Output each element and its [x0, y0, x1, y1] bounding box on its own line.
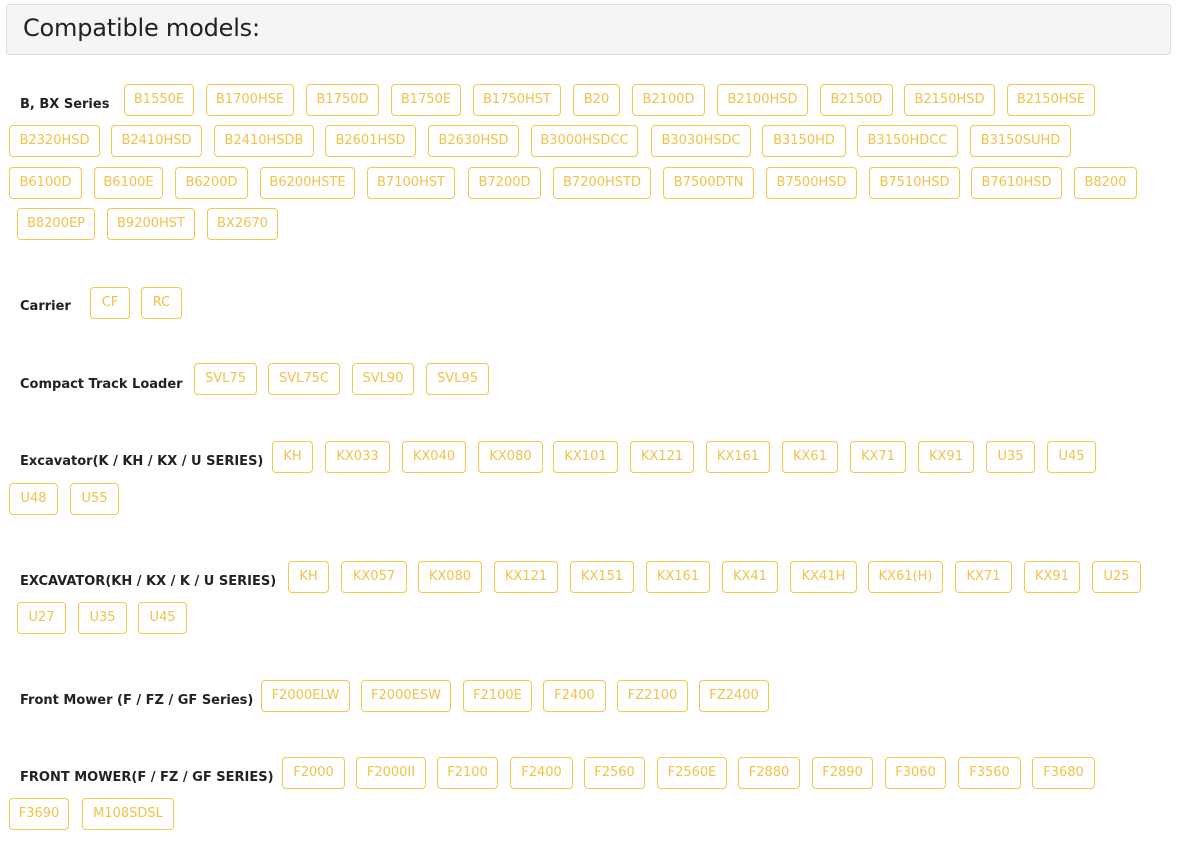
category-label-excavator-kh-kx-k-u: EXCAVATOR(KH / KX / K / U SERIES)	[20, 574, 277, 589]
model-chip-b-bx-series[interactable]: B1750D	[306, 84, 379, 116]
model-chip-excavator-k-kh-kx-u[interactable]: U45	[1047, 441, 1096, 473]
model-chip-b-bx-series[interactable]: B2150D	[820, 84, 893, 116]
model-chip-b-bx-series[interactable]: B3030HSDC	[651, 125, 751, 157]
model-chip-carrier[interactable]: CF	[90, 287, 130, 319]
model-chip-b-bx-series[interactable]: B6200D	[175, 167, 248, 199]
model-chip-excavator-kh-kx-k-u[interactable]: U35	[78, 602, 127, 634]
model-chip-b-bx-series[interactable]: B9200HST	[107, 208, 195, 240]
model-chip-b-bx-series[interactable]: B1700HSE	[206, 84, 294, 116]
model-chip-front-mower-upper[interactable]: F3690	[9, 798, 69, 830]
model-chip-excavator-k-kh-kx-u[interactable]: KX121	[630, 441, 694, 473]
model-chip-b-bx-series[interactable]: B2320HSD	[9, 125, 100, 157]
model-chip-excavator-kh-kx-k-u[interactable]: KX41H	[790, 561, 857, 593]
model-chip-excavator-kh-kx-k-u[interactable]: KH	[288, 561, 329, 593]
model-chip-compact-track-loader[interactable]: SVL75C	[268, 363, 340, 395]
model-chip-excavator-kh-kx-k-u[interactable]: KX71	[955, 561, 1012, 593]
category-label-carrier: Carrier	[20, 299, 71, 314]
model-chip-excavator-kh-kx-k-u[interactable]: KX61(H)	[868, 561, 943, 593]
model-chip-b-bx-series[interactable]: B2150HSE	[1007, 84, 1095, 116]
model-chip-excavator-k-kh-kx-u[interactable]: KX71	[850, 441, 906, 473]
model-chip-excavator-k-kh-kx-u[interactable]: KX161	[706, 441, 770, 473]
model-chip-excavator-k-kh-kx-u[interactable]: U55	[70, 483, 119, 515]
model-chip-b-bx-series[interactable]: B7200HSTD	[553, 167, 651, 199]
model-chip-b-bx-series[interactable]: B7510HSD	[869, 167, 960, 199]
model-chip-b-bx-series[interactable]: B7610HSD	[971, 167, 1062, 199]
page-title: Compatible models:	[23, 14, 260, 42]
model-chip-excavator-kh-kx-k-u[interactable]: U25	[1092, 561, 1141, 593]
model-chip-b-bx-series[interactable]: B3150HD	[762, 125, 846, 157]
model-chip-b-bx-series[interactable]: B6100D	[9, 167, 82, 199]
model-chip-excavator-kh-kx-k-u[interactable]: KX057	[341, 561, 407, 593]
model-chip-compact-track-loader[interactable]: SVL95	[426, 363, 489, 395]
model-chip-front-mower-f-fz-gf[interactable]: F2100E	[463, 680, 532, 712]
model-chip-excavator-k-kh-kx-u[interactable]: KX61	[782, 441, 838, 473]
category-label-front-mower-f-fz-gf: Front Mower (F / FZ / GF Series)	[20, 693, 254, 708]
model-chip-excavator-kh-kx-k-u[interactable]: KX161	[646, 561, 710, 593]
model-chip-front-mower-upper[interactable]: F2880	[738, 757, 800, 789]
model-chip-excavator-k-kh-kx-u[interactable]: U48	[9, 483, 58, 515]
model-chip-excavator-kh-kx-k-u[interactable]: U45	[138, 602, 187, 634]
category-label-excavator-k-kh-kx-u: Excavator(K / KH / KX / U SERIES)	[20, 454, 264, 469]
compatible-models-header: Compatible models:	[6, 4, 1171, 55]
model-chip-excavator-kh-kx-k-u[interactable]: KX080	[418, 561, 482, 593]
model-chip-b-bx-series[interactable]: B3000HSDCC	[531, 125, 638, 157]
model-chip-front-mower-upper[interactable]: F2100	[437, 757, 498, 789]
model-chip-front-mower-upper[interactable]: F2560E	[657, 757, 727, 789]
model-chip-excavator-kh-kx-k-u[interactable]: KX151	[570, 561, 634, 593]
model-chip-front-mower-upper[interactable]: F3060	[885, 757, 946, 789]
model-chip-front-mower-upper[interactable]: F3680	[1032, 757, 1095, 789]
model-chip-carrier[interactable]: RC	[141, 287, 182, 319]
model-chip-excavator-k-kh-kx-u[interactable]: KX080	[478, 441, 543, 473]
model-chip-b-bx-series[interactable]: BX2670	[207, 208, 278, 240]
model-chip-front-mower-upper[interactable]: F2400	[510, 757, 573, 789]
model-chip-front-mower-upper[interactable]: F2560	[584, 757, 645, 789]
model-chip-front-mower-upper[interactable]: F2000II	[356, 757, 426, 789]
model-chip-front-mower-f-fz-gf[interactable]: FZ2400	[699, 680, 769, 712]
model-chip-excavator-k-kh-kx-u[interactable]: KX033	[325, 441, 390, 473]
model-chip-b-bx-series[interactable]: B2410HSDB	[214, 125, 314, 157]
model-chip-front-mower-upper[interactable]: F3560	[958, 757, 1021, 789]
model-chip-b-bx-series[interactable]: B1750E	[391, 84, 461, 116]
model-chip-b-bx-series[interactable]: B2630HSD	[428, 125, 519, 157]
category-label-compact-track-loader: Compact Track Loader	[20, 377, 183, 392]
model-chip-excavator-kh-kx-k-u[interactable]: KX91	[1024, 561, 1080, 593]
model-chip-excavator-k-kh-kx-u[interactable]: U35	[986, 441, 1035, 473]
category-label-front-mower-upper: FRONT MOWER(F / FZ / GF SERIES)	[20, 770, 274, 785]
model-chip-b-bx-series[interactable]: B2150HSD	[904, 84, 995, 116]
model-chip-b-bx-series[interactable]: B3150SUHD	[970, 125, 1071, 157]
model-chip-excavator-k-kh-kx-u[interactable]: KX91	[918, 441, 974, 473]
model-chip-excavator-kh-kx-k-u[interactable]: KX41	[722, 561, 778, 593]
model-chip-b-bx-series[interactable]: B2410HSD	[111, 125, 202, 157]
model-chip-excavator-k-kh-kx-u[interactable]: KH	[272, 441, 313, 473]
model-chip-b-bx-series[interactable]: B7200D	[468, 167, 541, 199]
model-chip-b-bx-series[interactable]: B8200EP	[17, 208, 95, 240]
model-chip-compact-track-loader[interactable]: SVL75	[194, 363, 257, 395]
model-chip-front-mower-f-fz-gf[interactable]: F2000ESW	[361, 680, 451, 712]
model-chip-front-mower-upper[interactable]: M108SDSL	[82, 798, 174, 830]
model-chip-b-bx-series[interactable]: B1550E	[124, 84, 194, 116]
model-chip-b-bx-series[interactable]: B2601HSD	[325, 125, 416, 157]
model-chip-compact-track-loader[interactable]: SVL90	[352, 363, 414, 395]
model-chip-b-bx-series[interactable]: B3150HDCC	[857, 125, 958, 157]
model-chip-front-mower-f-fz-gf[interactable]: F2400	[543, 680, 606, 712]
model-chip-excavator-k-kh-kx-u[interactable]: KX101	[553, 441, 618, 473]
model-chip-b-bx-series[interactable]: B2100HSD	[717, 84, 808, 116]
model-chip-front-mower-f-fz-gf[interactable]: F2000ELW	[261, 680, 350, 712]
model-chip-b-bx-series[interactable]: B6100E	[94, 167, 163, 199]
model-chip-front-mower-upper[interactable]: F2000	[282, 757, 345, 789]
model-chip-b-bx-series[interactable]: B20	[573, 84, 620, 116]
category-label-b-bx-series: B, BX Series	[20, 97, 110, 112]
model-chip-front-mower-upper[interactable]: F2890	[812, 757, 873, 789]
model-chip-excavator-kh-kx-k-u[interactable]: U27	[17, 602, 66, 634]
model-chip-b-bx-series[interactable]: B7100HST	[367, 167, 455, 199]
model-chip-b-bx-series[interactable]: B6200HSTE	[260, 167, 355, 199]
model-chip-front-mower-f-fz-gf[interactable]: FZ2100	[617, 680, 688, 712]
model-chip-excavator-k-kh-kx-u[interactable]: KX040	[402, 441, 466, 473]
model-chip-b-bx-series[interactable]: B7500DTN	[663, 167, 754, 199]
model-chip-b-bx-series[interactable]: B7500HSD	[766, 167, 857, 199]
model-chip-b-bx-series[interactable]: B2100D	[632, 84, 705, 116]
model-chip-b-bx-series[interactable]: B8200	[1074, 167, 1137, 199]
model-chip-excavator-kh-kx-k-u[interactable]: KX121	[494, 561, 558, 593]
model-chip-b-bx-series[interactable]: B1750HST	[473, 84, 561, 116]
